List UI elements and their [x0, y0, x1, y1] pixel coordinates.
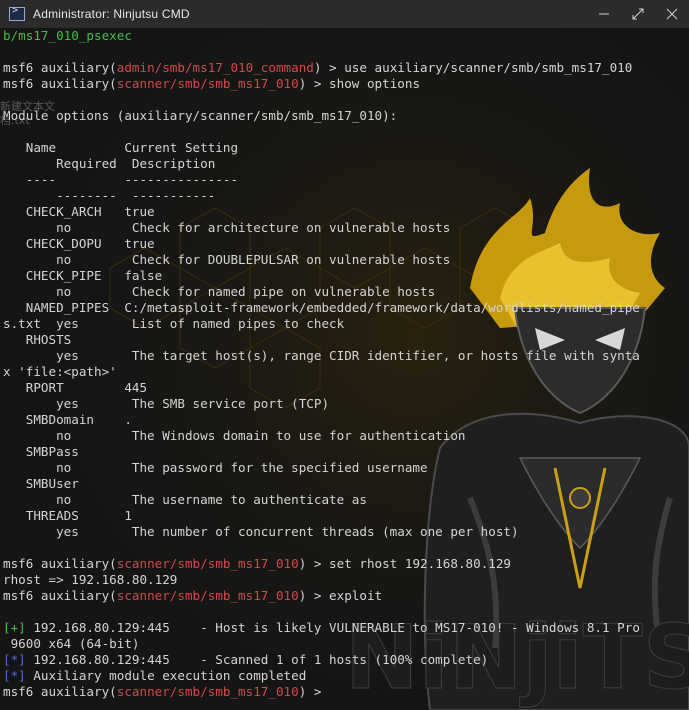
option-row: NAMED_PIPES C:/metasploit-framework/embe… — [3, 300, 640, 315]
success-marker: [+] — [3, 620, 26, 635]
module-options-header: Module options (auxiliary/scanner/smb/sm… — [3, 108, 398, 123]
command-text: ) > — [298, 684, 330, 699]
prompt-prefix: msf6 auxiliary( — [3, 60, 117, 75]
prompt-prefix: msf6 auxiliary( — [3, 76, 117, 91]
module-path: scanner/smb/smb_ms17_010 — [116, 556, 299, 571]
option-row: no Check for DOUBLEPULSAR on vulnerable … — [3, 252, 451, 267]
result-line: [*] Auxiliary module execution completed — [3, 668, 306, 684]
module-path: admin/smb/ms17_010_command — [116, 60, 314, 75]
option-row: THREADS 1 — [3, 508, 132, 523]
option-row: SMBUser — [3, 476, 79, 491]
option-row: no The password for the specified userna… — [3, 460, 428, 475]
result-text: 192.168.80.129:445 - Scanned 1 of 1 host… — [25, 652, 489, 667]
result-text: 192.168.80.129:445 - Host is likely VULN… — [25, 620, 640, 635]
minimize-icon[interactable] — [587, 0, 621, 28]
option-row: CHECK_DOPU true — [3, 236, 155, 251]
option-row: CHECK_PIPE false — [3, 268, 163, 283]
command-text: ) > show options — [298, 76, 421, 91]
result-line: [+] 192.168.80.129:445 - Host is likely … — [3, 620, 640, 636]
option-row: no The Windows domain to use for authent… — [3, 428, 466, 443]
option-row: SMBDomain . — [3, 412, 132, 427]
option-row: no Check for named pipe on vulnerable ho… — [3, 284, 436, 299]
option-row: RHOSTS — [3, 332, 72, 347]
window-controls — [587, 0, 689, 28]
command-text: ) > use auxiliary/scanner/smb/smb_ms17_0… — [313, 60, 633, 75]
terminal-output[interactable]: b/ms17_010_psexec msf6 auxiliary(admin/s… — [0, 28, 689, 710]
prompt-line[interactable]: msf6 auxiliary(scanner/smb/smb_ms17_010)… — [3, 684, 329, 700]
close-icon[interactable] — [655, 0, 689, 28]
prompt-prefix: msf6 auxiliary( — [3, 556, 117, 571]
options-table-header: Name Current Setting — [3, 140, 239, 155]
info-marker: [*] — [3, 668, 26, 683]
option-row: s.txt yes List of named pipes to check — [3, 316, 345, 331]
prompt-prefix: msf6 auxiliary( — [3, 588, 117, 603]
restore-icon[interactable] — [621, 0, 655, 28]
prompt-prefix: msf6 auxiliary( — [3, 684, 117, 699]
option-row: yes The target host(s), range CIDR ident… — [3, 348, 640, 363]
option-row: no Check for architecture on vulnerable … — [3, 220, 451, 235]
option-row: x 'file:<path>' — [3, 364, 117, 379]
option-row: RPORT 445 — [3, 380, 148, 395]
options-table-header: Required Description — [3, 156, 216, 171]
prompt-line: msf6 auxiliary(admin/smb/ms17_010_comman… — [3, 60, 632, 76]
result-text: Auxiliary module execution completed — [25, 668, 307, 683]
options-table-rule: -------- ----------- — [3, 188, 216, 203]
info-marker: [*] — [3, 652, 26, 667]
module-path: scanner/smb/smb_ms17_010 — [116, 684, 299, 699]
option-row: no The username to authenticate as — [3, 492, 367, 507]
prompt-line: msf6 auxiliary(scanner/smb/smb_ms17_010)… — [3, 556, 511, 572]
terminal-window: Administrator: Ninjutsu CMD — [0, 0, 689, 710]
output-line: b/ms17_010_psexec — [3, 28, 132, 43]
command-text: ) > set rhost 192.168.80.129 — [298, 556, 512, 571]
option-row: yes The number of concurrent threads (ma… — [3, 524, 519, 539]
prompt-line: msf6 auxiliary(scanner/smb/smb_ms17_010)… — [3, 76, 420, 92]
prompt-line: msf6 auxiliary(scanner/smb/smb_ms17_010)… — [3, 588, 382, 604]
module-path: scanner/smb/smb_ms17_010 — [116, 76, 299, 91]
title-bar[interactable]: Administrator: Ninjutsu CMD — [0, 0, 689, 28]
window-title: Administrator: Ninjutsu CMD — [33, 7, 190, 21]
options-table-rule: ---- --------------- — [3, 172, 239, 187]
command-text: ) > exploit — [298, 588, 383, 603]
output-line: rhost => 192.168.80.129 — [3, 572, 178, 587]
option-row: SMBPass — [3, 444, 79, 459]
terminal-app-icon — [9, 5, 25, 21]
result-line: [*] 192.168.80.129:445 - Scanned 1 of 1 … — [3, 652, 488, 668]
option-row: CHECK_ARCH true — [3, 204, 155, 219]
option-row: yes The SMB service port (TCP) — [3, 396, 330, 411]
module-path: scanner/smb/smb_ms17_010 — [116, 588, 299, 603]
result-line: 9600 x64 (64-bit) — [3, 636, 140, 651]
